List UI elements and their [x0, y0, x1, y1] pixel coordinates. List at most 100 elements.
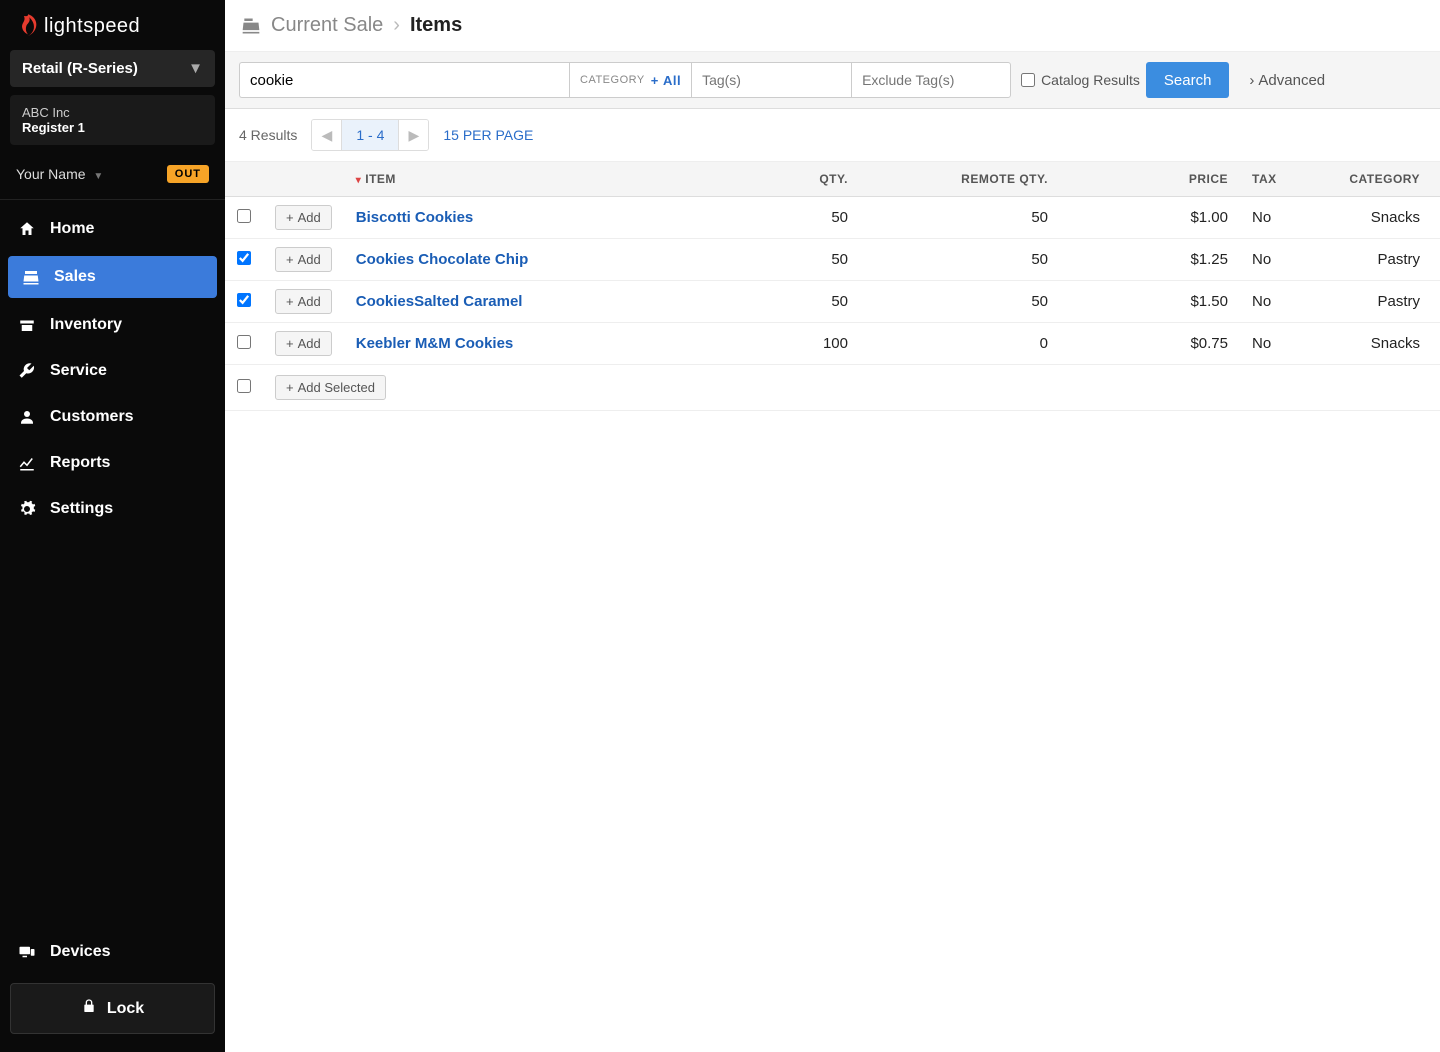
plus-icon: + [286, 210, 294, 225]
home-icon [18, 220, 36, 238]
user-icon [18, 408, 36, 426]
retail-selector-label: Retail (R-Series) [22, 60, 138, 77]
user-menu[interactable]: Your Name ▼ [16, 166, 103, 182]
nav-inventory[interactable]: Inventory [0, 302, 225, 348]
col-item[interactable]: ▾ITEM [344, 162, 740, 197]
nav-reports[interactable]: Reports [0, 440, 225, 486]
per-page-select[interactable]: 15 PER PAGE [443, 127, 533, 143]
lock-button[interactable]: Lock [10, 983, 215, 1034]
cell-category: Pastry [1310, 281, 1440, 323]
wrench-icon [18, 362, 36, 380]
add-button[interactable]: +Add [275, 205, 332, 230]
store-info[interactable]: ABC Inc Register 1 [10, 95, 215, 145]
nav-customers[interactable]: Customers [0, 394, 225, 440]
box-icon [18, 316, 36, 334]
nav-home[interactable]: Home [0, 206, 225, 252]
cell-category: Snacks [1310, 197, 1440, 239]
plus-icon: + [286, 252, 294, 267]
table-row: +AddKeebler M&M Cookies1000$0.75NoSnacks [225, 323, 1440, 365]
register-icon [22, 268, 40, 286]
nav-home-label: Home [50, 220, 94, 238]
breadcrumb-parent[interactable]: Current Sale [271, 14, 383, 37]
col-category[interactable]: CATEGORY [1310, 162, 1440, 197]
pager-prev[interactable]: ◀ [312, 120, 342, 150]
catalog-label: Catalog Results [1041, 72, 1140, 88]
items-table: ▾ITEM QTY. REMOTE QTY. PRICE TAX CATEGOR… [225, 162, 1440, 411]
row-checkbox[interactable] [237, 209, 251, 223]
exclude-tags-input[interactable] [851, 62, 1011, 98]
table-row: +AddBiscotti Cookies5050$1.00NoSnacks [225, 197, 1440, 239]
filter-bar: CATEGORY + All Catalog Results Search › … [225, 52, 1440, 109]
row-checkbox[interactable] [237, 251, 251, 265]
col-tax[interactable]: TAX [1240, 162, 1310, 197]
brand-name: lightspeed [44, 15, 140, 38]
user-name-label: Your Name [16, 166, 86, 182]
sidebar: lightspeed Retail (R-Series) ▼ ABC Inc R… [0, 0, 225, 1052]
col-price[interactable]: PRICE [1060, 162, 1240, 197]
nav-settings-label: Settings [50, 500, 113, 518]
retail-selector[interactable]: Retail (R-Series) ▼ [10, 50, 215, 87]
nav-sales[interactable]: Sales [8, 256, 217, 298]
tags-input[interactable] [691, 62, 851, 98]
category-all: + All [651, 73, 681, 88]
cell-tax: No [1240, 239, 1310, 281]
pager-range: 1 - 4 [342, 120, 398, 150]
add-button[interactable]: +Add [275, 247, 332, 272]
cell-qty: 50 [740, 197, 860, 239]
add-button[interactable]: +Add [275, 331, 332, 356]
row-checkbox[interactable] [237, 335, 251, 349]
advanced-toggle[interactable]: › Advanced [1249, 72, 1325, 89]
brand-logo: lightspeed [0, 0, 225, 50]
results-count: 4 Results [239, 127, 297, 143]
search-input[interactable] [239, 62, 569, 98]
devices-icon [18, 943, 36, 961]
item-link[interactable]: Biscotti Cookies [356, 209, 474, 226]
cell-tax: No [1240, 197, 1310, 239]
cell-category: Snacks [1310, 323, 1440, 365]
sort-desc-icon: ▾ [356, 175, 362, 186]
nav-settings[interactable]: Settings [0, 486, 225, 532]
item-link[interactable]: Cookies Chocolate Chip [356, 251, 529, 268]
nav-inventory-label: Inventory [50, 316, 122, 334]
cell-tax: No [1240, 323, 1310, 365]
nav-reports-label: Reports [50, 454, 110, 472]
add-selected-button[interactable]: +Add Selected [275, 375, 386, 400]
nav-devices[interactable]: Devices [0, 929, 225, 975]
nav-service[interactable]: Service [0, 348, 225, 394]
cell-price: $1.25 [1060, 239, 1240, 281]
cell-tax: No [1240, 281, 1310, 323]
register-name: Register 1 [22, 120, 203, 135]
main-content: Current Sale › Items CATEGORY + All Cata… [225, 0, 1440, 1052]
cell-category: Pastry [1310, 239, 1440, 281]
cell-price: $1.00 [1060, 197, 1240, 239]
search-button[interactable]: Search [1146, 62, 1230, 98]
lock-icon [81, 998, 97, 1019]
pager-next[interactable]: ▶ [398, 120, 428, 150]
main-nav: Home Sales Inventory Service Customers R… [0, 200, 225, 929]
cell-qty: 50 [740, 281, 860, 323]
col-qty[interactable]: QTY. [740, 162, 860, 197]
col-remote[interactable]: REMOTE QTY. [860, 162, 1060, 197]
gear-icon [18, 500, 36, 518]
breadcrumb-current: Items [410, 14, 462, 37]
out-badge[interactable]: OUT [167, 165, 209, 183]
nav-devices-label: Devices [50, 943, 111, 961]
cell-remote: 50 [860, 281, 1060, 323]
caret-down-icon: ▼ [93, 171, 103, 182]
add-button[interactable]: +Add [275, 289, 332, 314]
catalog-results-toggle[interactable]: Catalog Results Search › Advanced [1021, 62, 1325, 98]
flame-icon [18, 14, 38, 38]
catalog-checkbox[interactable] [1021, 73, 1035, 87]
item-link[interactable]: CookiesSalted Caramel [356, 293, 523, 310]
cell-qty: 50 [740, 239, 860, 281]
nav-customers-label: Customers [50, 408, 134, 426]
chevron-right-icon: › [393, 14, 400, 37]
row-checkbox[interactable] [237, 293, 251, 307]
cell-remote: 0 [860, 323, 1060, 365]
pager: ◀ 1 - 4 ▶ [311, 119, 429, 151]
category-filter[interactable]: CATEGORY + All [569, 62, 691, 98]
nav-sales-label: Sales [54, 268, 96, 286]
select-all-checkbox[interactable] [237, 379, 251, 393]
bottom-nav: Devices Lock [0, 929, 225, 1052]
item-link[interactable]: Keebler M&M Cookies [356, 335, 514, 352]
